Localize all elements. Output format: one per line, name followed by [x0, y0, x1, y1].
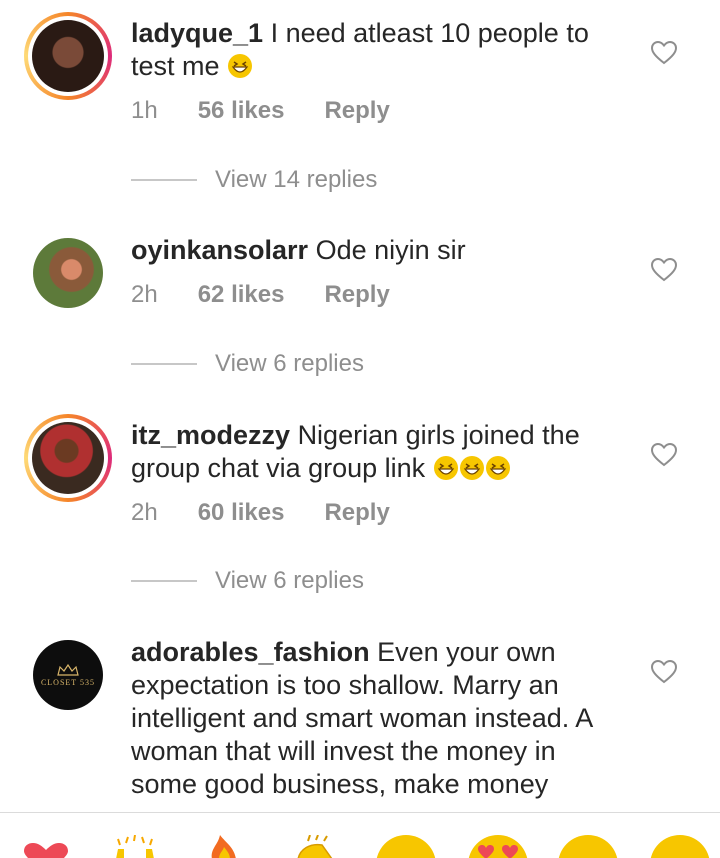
heart-outline-icon[interactable]: [651, 443, 677, 467]
comment-meta: 2h 60 likes Reply: [131, 499, 430, 527]
heart-outline-icon[interactable]: [651, 258, 677, 282]
story-ring-avatar[interactable]: [24, 12, 112, 100]
reply-button[interactable]: Reply: [324, 499, 389, 527]
comment-time: 2h: [131, 499, 158, 526]
comment-username[interactable]: adorables_fashion: [131, 637, 370, 667]
clapping-hands-emoji[interactable]: [288, 835, 342, 858]
comment-username[interactable]: itz_modezzy: [131, 420, 290, 450]
comment-likes[interactable]: 56 likes: [198, 97, 285, 125]
open-mouth-emoji[interactable]: [558, 835, 618, 858]
view-replies-button[interactable]: View 6 replies: [131, 567, 364, 595]
divider-line: [131, 363, 197, 365]
avatar: [32, 20, 104, 92]
comment-time: 1h: [131, 97, 158, 124]
view-replies-button[interactable]: View 14 replies: [131, 166, 377, 194]
grinning-squinting-emoji: [485, 456, 510, 480]
heart-outline-icon[interactable]: [651, 660, 677, 684]
view-replies-label: View 6 replies: [215, 567, 364, 594]
emoji-reaction-bar: [0, 812, 720, 858]
avatar[interactable]: CLOSET 535: [33, 640, 103, 710]
comment-text: ladyque_1 I need atleast 10 people to te…: [131, 17, 611, 83]
comment-body: Ode niyin sir: [315, 235, 466, 265]
divider-line: [131, 179, 197, 181]
avatar-logo-text: CLOSET 535: [40, 677, 96, 687]
avatar: [32, 422, 104, 494]
story-ring-avatar[interactable]: [24, 414, 112, 502]
fire-emoji[interactable]: [204, 835, 244, 858]
reply-button[interactable]: Reply: [324, 281, 389, 309]
raising-hands-emoji[interactable]: [110, 835, 160, 858]
divider-line: [131, 580, 197, 582]
comment-username[interactable]: ladyque_1: [131, 18, 263, 48]
heart-outline-icon[interactable]: [651, 41, 677, 65]
view-replies-label: View 14 replies: [215, 166, 378, 193]
crying-laughing-emoji[interactable]: [376, 835, 436, 858]
crown-logo-icon: [57, 663, 79, 676]
grinning-emoji[interactable]: [650, 835, 710, 858]
comment-username[interactable]: oyinkansolarr: [131, 235, 308, 265]
comment-text: adorables_fashion Even your own expectat…: [131, 636, 611, 812]
grinning-squinting-emoji: [433, 456, 458, 480]
comment-text: itz_modezzy Nigerian girls joined the gr…: [131, 419, 611, 485]
comment-likes[interactable]: 60 likes: [198, 499, 285, 527]
view-replies-label: View 6 replies: [215, 350, 364, 377]
grinning-squinting-emoji: [459, 456, 484, 480]
reply-button[interactable]: Reply: [324, 97, 389, 125]
red-heart-emoji[interactable]: [22, 843, 70, 858]
avatar[interactable]: [33, 238, 103, 308]
comment-text: oyinkansolarr Ode niyin sir: [131, 234, 611, 267]
comment-meta: 2h 62 likes Reply: [131, 281, 430, 309]
comment-time: 2h: [131, 281, 158, 308]
view-replies-button[interactable]: View 6 replies: [131, 350, 364, 378]
comment-meta: 1h 56 likes Reply: [131, 97, 430, 125]
comment-likes[interactable]: 62 likes: [198, 281, 285, 309]
heart-eyes-emoji[interactable]: [468, 835, 528, 858]
grinning-squinting-emoji: [228, 54, 253, 78]
